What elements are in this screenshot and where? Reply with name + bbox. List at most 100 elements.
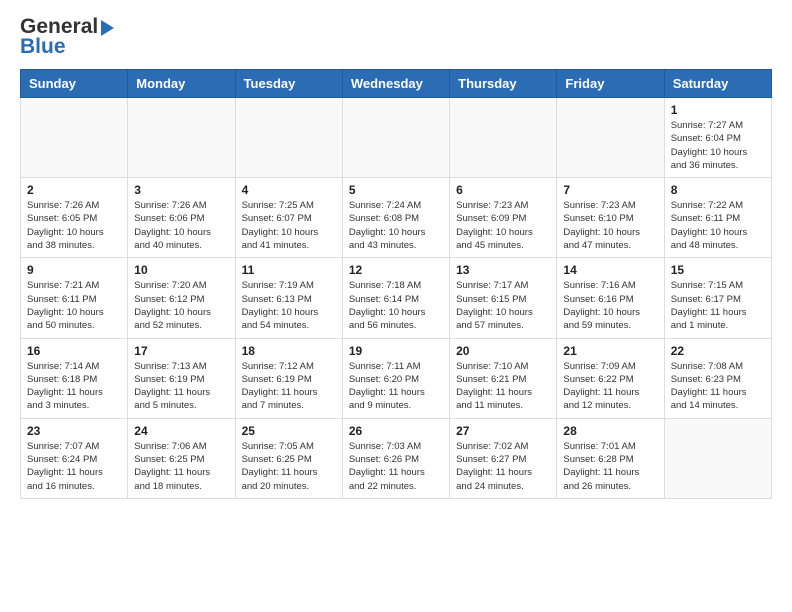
day-info: Sunrise: 7:07 AM Sunset: 6:24 PM Dayligh… bbox=[27, 440, 121, 493]
day-number: 14 bbox=[563, 263, 657, 277]
calendar-cell: 3 Sunrise: 7:26 AM Sunset: 6:06 PM Daylig… bbox=[128, 178, 235, 258]
day-info: Sunrise: 7:02 AM Sunset: 6:27 PM Dayligh… bbox=[456, 440, 550, 493]
day-info: Sunrise: 7:26 AM Sunset: 6:05 PM Dayligh… bbox=[27, 199, 121, 252]
calendar-cell: 28 Sunrise: 7:01 AM Sunset: 6:28 PM Dayli… bbox=[557, 418, 664, 498]
calendar-cell: 1Sunrise: 7:27 AM Sunset: 6:04 PM Daylig… bbox=[664, 98, 771, 178]
logo-blue-word: Blue bbox=[20, 35, 66, 59]
day-info: Sunrise: 7:18 AM Sunset: 6:14 PM Dayligh… bbox=[349, 279, 443, 332]
calendar-cell bbox=[21, 98, 128, 178]
day-info: Sunrise: 7:09 AM Sunset: 6:22 PM Dayligh… bbox=[563, 360, 657, 413]
calendar-cell: 7 Sunrise: 7:23 AM Sunset: 6:10 PM Daylig… bbox=[557, 178, 664, 258]
day-info: Sunrise: 7:23 AM Sunset: 6:10 PM Dayligh… bbox=[563, 199, 657, 252]
day-info: Sunrise: 7:20 AM Sunset: 6:12 PM Dayligh… bbox=[134, 279, 228, 332]
weekday-header-saturday: Saturday bbox=[664, 70, 771, 98]
calendar-cell: 16 Sunrise: 7:14 AM Sunset: 6:18 PM Dayli… bbox=[21, 338, 128, 418]
calendar-cell: 9 Sunrise: 7:21 AM Sunset: 6:11 PM Daylig… bbox=[21, 258, 128, 338]
day-number: 22 bbox=[671, 344, 765, 358]
day-number: 16 bbox=[27, 344, 121, 358]
day-info: Sunrise: 7:23 AM Sunset: 6:09 PM Dayligh… bbox=[456, 199, 550, 252]
calendar-cell bbox=[557, 98, 664, 178]
day-number: 6 bbox=[456, 183, 550, 197]
calendar-cell: 6 Sunrise: 7:23 AM Sunset: 6:09 PM Daylig… bbox=[450, 178, 557, 258]
calendar-cell: 20 Sunrise: 7:10 AM Sunset: 6:21 PM Dayli… bbox=[450, 338, 557, 418]
day-info: Sunrise: 7:19 AM Sunset: 6:13 PM Dayligh… bbox=[242, 279, 336, 332]
calendar-week-row: 2 Sunrise: 7:26 AM Sunset: 6:05 PM Daylig… bbox=[21, 178, 772, 258]
weekday-header-tuesday: Tuesday bbox=[235, 70, 342, 98]
day-number: 18 bbox=[242, 344, 336, 358]
calendar-cell: 11 Sunrise: 7:19 AM Sunset: 6:13 PM Dayli… bbox=[235, 258, 342, 338]
day-info: Sunrise: 7:14 AM Sunset: 6:18 PM Dayligh… bbox=[27, 360, 121, 413]
weekday-header-wednesday: Wednesday bbox=[342, 70, 449, 98]
day-info: Sunrise: 7:21 AM Sunset: 6:11 PM Dayligh… bbox=[27, 279, 121, 332]
day-number: 26 bbox=[349, 424, 443, 438]
day-info: Sunrise: 7:27 AM Sunset: 6:04 PM Dayligh… bbox=[671, 119, 765, 172]
day-number: 20 bbox=[456, 344, 550, 358]
calendar-cell: 13 Sunrise: 7:17 AM Sunset: 6:15 PM Dayli… bbox=[450, 258, 557, 338]
calendar-week-row: 1Sunrise: 7:27 AM Sunset: 6:04 PM Daylig… bbox=[21, 98, 772, 178]
day-info: Sunrise: 7:12 AM Sunset: 6:19 PM Dayligh… bbox=[242, 360, 336, 413]
day-info: Sunrise: 7:05 AM Sunset: 6:25 PM Dayligh… bbox=[242, 440, 336, 493]
calendar-cell: 19Sunrise: 7:11 AM Sunset: 6:20 PM Dayli… bbox=[342, 338, 449, 418]
calendar-cell: 18 Sunrise: 7:12 AM Sunset: 6:19 PM Dayli… bbox=[235, 338, 342, 418]
day-number: 11 bbox=[242, 263, 336, 277]
logo-arrow-icon bbox=[101, 20, 114, 36]
weekday-header-sunday: Sunday bbox=[21, 70, 128, 98]
day-info: Sunrise: 7:10 AM Sunset: 6:21 PM Dayligh… bbox=[456, 360, 550, 413]
calendar-cell: 17 Sunrise: 7:13 AM Sunset: 6:19 PM Dayli… bbox=[128, 338, 235, 418]
calendar-cell: 10 Sunrise: 7:20 AM Sunset: 6:12 PM Dayli… bbox=[128, 258, 235, 338]
logo-general-text: General bbox=[20, 16, 98, 37]
day-number: 10 bbox=[134, 263, 228, 277]
page: General Blue SundayMondayTuesdayWednesda… bbox=[0, 0, 792, 519]
calendar-cell: 14 Sunrise: 7:16 AM Sunset: 6:16 PM Dayli… bbox=[557, 258, 664, 338]
day-info: Sunrise: 7:03 AM Sunset: 6:26 PM Dayligh… bbox=[349, 440, 443, 493]
day-number: 27 bbox=[456, 424, 550, 438]
logo: General Blue bbox=[20, 16, 114, 59]
day-number: 21 bbox=[563, 344, 657, 358]
weekday-header-thursday: Thursday bbox=[450, 70, 557, 98]
day-info: Sunrise: 7:13 AM Sunset: 6:19 PM Dayligh… bbox=[134, 360, 228, 413]
calendar-cell: 15 Sunrise: 7:15 AM Sunset: 6:17 PM Dayli… bbox=[664, 258, 771, 338]
day-info: Sunrise: 7:25 AM Sunset: 6:07 PM Dayligh… bbox=[242, 199, 336, 252]
calendar-cell: 5Sunrise: 7:24 AM Sunset: 6:08 PM Daylig… bbox=[342, 178, 449, 258]
calendar-cell bbox=[664, 418, 771, 498]
day-info: Sunrise: 7:24 AM Sunset: 6:08 PM Dayligh… bbox=[349, 199, 443, 252]
day-info: Sunrise: 7:06 AM Sunset: 6:25 PM Dayligh… bbox=[134, 440, 228, 493]
calendar-cell: 4 Sunrise: 7:25 AM Sunset: 6:07 PM Daylig… bbox=[235, 178, 342, 258]
day-number: 13 bbox=[456, 263, 550, 277]
day-number: 7 bbox=[563, 183, 657, 197]
calendar-cell bbox=[128, 98, 235, 178]
day-info: Sunrise: 7:11 AM Sunset: 6:20 PM Dayligh… bbox=[349, 360, 443, 413]
calendar-cell: 21 Sunrise: 7:09 AM Sunset: 6:22 PM Dayli… bbox=[557, 338, 664, 418]
calendar-cell bbox=[235, 98, 342, 178]
day-info: Sunrise: 7:01 AM Sunset: 6:28 PM Dayligh… bbox=[563, 440, 657, 493]
calendar-table: SundayMondayTuesdayWednesdayThursdayFrid… bbox=[20, 69, 772, 499]
day-number: 12 bbox=[349, 263, 443, 277]
day-info: Sunrise: 7:15 AM Sunset: 6:17 PM Dayligh… bbox=[671, 279, 765, 332]
header: General Blue bbox=[20, 16, 772, 59]
day-number: 17 bbox=[134, 344, 228, 358]
calendar-cell: 27 Sunrise: 7:02 AM Sunset: 6:27 PM Dayli… bbox=[450, 418, 557, 498]
day-number: 4 bbox=[242, 183, 336, 197]
day-number: 9 bbox=[27, 263, 121, 277]
calendar-week-row: 16 Sunrise: 7:14 AM Sunset: 6:18 PM Dayli… bbox=[21, 338, 772, 418]
day-info: Sunrise: 7:26 AM Sunset: 6:06 PM Dayligh… bbox=[134, 199, 228, 252]
day-info: Sunrise: 7:22 AM Sunset: 6:11 PM Dayligh… bbox=[671, 199, 765, 252]
calendar-week-row: 9 Sunrise: 7:21 AM Sunset: 6:11 PM Daylig… bbox=[21, 258, 772, 338]
calendar-cell: 8 Sunrise: 7:22 AM Sunset: 6:11 PM Daylig… bbox=[664, 178, 771, 258]
day-number: 2 bbox=[27, 183, 121, 197]
day-number: 24 bbox=[134, 424, 228, 438]
calendar-cell: 23Sunrise: 7:07 AM Sunset: 6:24 PM Dayli… bbox=[21, 418, 128, 498]
day-number: 3 bbox=[134, 183, 228, 197]
calendar-cell: 25 Sunrise: 7:05 AM Sunset: 6:25 PM Dayli… bbox=[235, 418, 342, 498]
calendar-cell: 24 Sunrise: 7:06 AM Sunset: 6:25 PM Dayli… bbox=[128, 418, 235, 498]
calendar-cell: 26 Sunrise: 7:03 AM Sunset: 6:26 PM Dayli… bbox=[342, 418, 449, 498]
weekday-header-friday: Friday bbox=[557, 70, 664, 98]
day-number: 15 bbox=[671, 263, 765, 277]
day-info: Sunrise: 7:17 AM Sunset: 6:15 PM Dayligh… bbox=[456, 279, 550, 332]
day-number: 28 bbox=[563, 424, 657, 438]
day-number: 8 bbox=[671, 183, 765, 197]
calendar-cell bbox=[342, 98, 449, 178]
day-number: 25 bbox=[242, 424, 336, 438]
day-info: Sunrise: 7:08 AM Sunset: 6:23 PM Dayligh… bbox=[671, 360, 765, 413]
day-info: Sunrise: 7:16 AM Sunset: 6:16 PM Dayligh… bbox=[563, 279, 657, 332]
